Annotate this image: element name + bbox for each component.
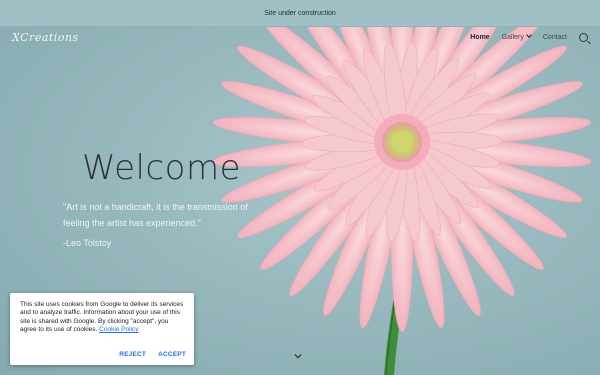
construction-banner: Site under construction: [0, 0, 600, 27]
main-nav: Home Gallery Contact: [470, 32, 588, 42]
hero-quote: "Art is not a handicraft, it is the tran…: [63, 202, 248, 228]
cookie-notice: This site uses cookies from Google to de…: [10, 293, 194, 365]
hero-title: Welcome: [82, 148, 242, 188]
site-logo[interactable]: XCreations: [12, 31, 79, 47]
banner-text: Site under construction: [264, 9, 336, 17]
nav-gallery-label: Gallery: [501, 34, 524, 41]
cookie-text: This site uses cookies from Google to de…: [20, 301, 184, 334]
chevron-down-icon[interactable]: [294, 352, 302, 360]
accept-button[interactable]: ACCEPT: [158, 351, 186, 358]
chevron-down-icon: [526, 32, 532, 38]
nav-contact[interactable]: Contact: [543, 34, 567, 41]
cookie-actions: REJECT ACCEPT: [119, 351, 186, 358]
nav-gallery[interactable]: Gallery: [501, 32, 532, 41]
reject-button[interactable]: REJECT: [119, 351, 146, 358]
logo-text: XCreations: [12, 31, 79, 44]
search-icon[interactable]: [579, 33, 588, 42]
quote-author: -Leo Tolstoy: [63, 238, 112, 248]
cookie-policy-link[interactable]: Cookie Policy: [99, 326, 138, 333]
nav-home[interactable]: Home: [470, 34, 489, 41]
